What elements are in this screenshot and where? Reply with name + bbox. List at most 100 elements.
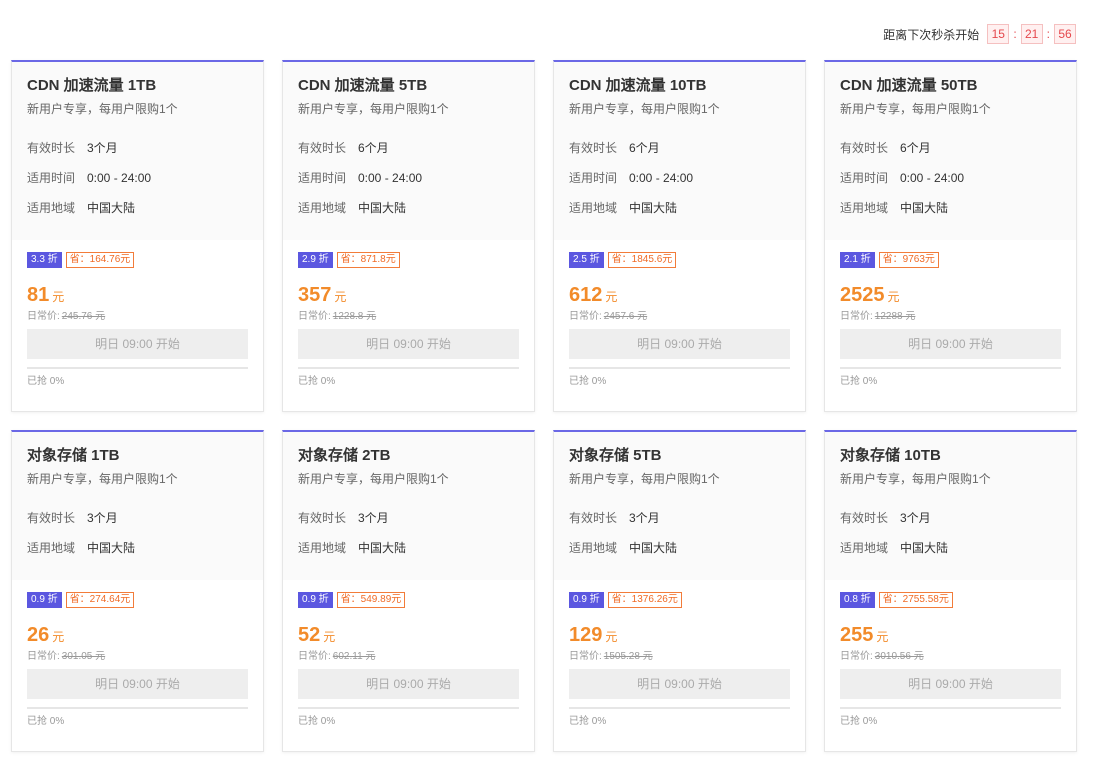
attribute-name: 适用地域: [569, 201, 618, 215]
attribute-name: 适用时间: [840, 171, 889, 185]
attribute-name: 有效时长: [840, 141, 889, 155]
card-subtitle: 新用户专享，每用户限购1个: [27, 472, 178, 486]
attribute-row: 有效时长 6个月: [569, 140, 790, 156]
start-time-button[interactable]: 明日 09:00 开始: [298, 329, 519, 359]
discount-badge: 2.9 折: [298, 252, 333, 268]
attribute-row: 有效时长 3个月: [840, 510, 1061, 526]
badge-row: 2.5 折省：1845.6元: [569, 252, 790, 268]
attribute-name: 适用时间: [298, 171, 347, 185]
sold-percentage: 已抢 0%: [840, 716, 878, 727]
attribute-value: 0:00 - 24:00: [358, 171, 423, 185]
attribute-value: 6个月: [900, 141, 931, 155]
countdown-separator: :: [1013, 27, 1017, 41]
card-header: 对象存储 2TB 新用户专享，每用户限购1个 有效时长 3个月 适用地域 中国大陆: [283, 432, 534, 580]
attribute-value: 中国大陆: [87, 201, 136, 215]
card-header: CDN 加速流量 1TB 新用户专享，每用户限购1个 有效时长 3个月 适用时间 0:00…: [12, 62, 263, 240]
attribute-row: 适用地域 中国大陆: [298, 200, 519, 216]
attribute-value: 中国大陆: [629, 541, 678, 555]
attribute-row: 适用地域 中国大陆: [569, 200, 790, 216]
card-header: 对象存储 1TB 新用户专享，每用户限购1个 有效时长 3个月 适用地域 中国大陆: [12, 432, 263, 580]
product-card: 对象存储 10TB 新用户专享，每用户限购1个 有效时长 3个月 适用地域 中国大陆 0.8…: [824, 430, 1077, 752]
price-unit: 元: [52, 290, 65, 304]
savings-badge: 省：871.8元: [336, 252, 400, 268]
attribute-list: 有效时长 3个月 适用地域 中国大陆: [840, 510, 1061, 556]
attribute-list: 有效时长 6个月 适用时间 0:00 - 24:00 适用地域 中国大陆: [840, 140, 1061, 216]
sold-percentage: 已抢 0%: [569, 376, 607, 387]
price-value: 52: [298, 624, 321, 646]
card-title: CDN 加速流量 50TB: [840, 77, 978, 94]
savings-badge: 省：9763元: [878, 252, 939, 268]
card-title: 对象存储 2TB: [298, 447, 391, 464]
price-unit: 元: [605, 630, 618, 644]
attribute-row: 有效时长 6个月: [298, 140, 519, 156]
price-value: 26: [27, 624, 50, 646]
start-time-button[interactable]: 明日 09:00 开始: [298, 669, 519, 699]
attribute-value: 3个月: [87, 511, 118, 525]
card-title: 对象存储 10TB: [840, 447, 941, 464]
attribute-name: 适用地域: [27, 541, 76, 555]
countdown-hours: 15: [987, 24, 1010, 44]
start-time-button[interactable]: 明日 09:00 开始: [569, 669, 790, 699]
card-header: CDN 加速流量 50TB 新用户专享，每用户限购1个 有效时长 6个月 适用时间 0:0…: [825, 62, 1076, 240]
start-time-button[interactable]: 明日 09:00 开始: [27, 329, 248, 359]
savings-badge: 省：2755.58元: [878, 592, 953, 608]
attribute-name: 有效时长: [298, 141, 347, 155]
sale-price: 52 元: [298, 622, 519, 648]
card-subtitle: 新用户专享，每用户限购1个: [569, 472, 720, 486]
price-value: 357: [298, 284, 332, 306]
card-title: 对象存储 1TB: [27, 447, 120, 464]
attribute-name: 适用地域: [840, 201, 889, 215]
card-pricing: 0.9 折省：274.64元 26 元日常价: 301.05 元明日 09:00 开始…: [12, 580, 263, 729]
price-unit: 元: [605, 290, 618, 304]
attribute-list: 有效时长 3个月 适用时间 0:00 - 24:00 适用地域 中国大陆: [27, 140, 248, 216]
card-title: CDN 加速流量 1TB: [27, 77, 157, 94]
attribute-value: 中国大陆: [358, 541, 407, 555]
sold-progress-bar: [27, 367, 248, 369]
original-price-value: 3010.56 元: [874, 651, 924, 662]
original-price-value: 12288 元: [874, 311, 916, 322]
price-value: 129: [569, 624, 603, 646]
attribute-value: 6个月: [358, 141, 389, 155]
discount-badge: 0.9 折: [298, 592, 333, 608]
attribute-value: 0:00 - 24:00: [900, 171, 965, 185]
attribute-list: 有效时长 3个月 适用地域 中国大陆: [569, 510, 790, 556]
badge-row: 0.9 折省：549.89元: [298, 592, 519, 608]
sold-progress-bar: [840, 367, 1061, 369]
start-time-button[interactable]: 明日 09:00 开始: [569, 329, 790, 359]
sold-percentage: 已抢 0%: [840, 376, 878, 387]
original-price-value: 245.76 元: [61, 311, 106, 322]
flash-sale-countdown: 距离下次秒杀开始 15 : 21 : 56: [883, 24, 1076, 44]
start-time-button[interactable]: 明日 09:00 开始: [27, 669, 248, 699]
card-header: CDN 加速流量 5TB 新用户专享，每用户限购1个 有效时长 6个月 适用时间 0:00…: [283, 62, 534, 240]
start-time-button[interactable]: 明日 09:00 开始: [840, 329, 1061, 359]
original-price-label: 日常价:: [298, 311, 331, 322]
price-unit: 元: [887, 290, 900, 304]
sold-percentage: 已抢 0%: [569, 716, 607, 727]
attribute-value: 0:00 - 24:00: [87, 171, 152, 185]
attribute-row: 有效时长 3个月: [569, 510, 790, 526]
sale-price: 612 元: [569, 282, 790, 308]
sale-price: 2525 元: [840, 282, 1061, 308]
countdown-seconds: 56: [1054, 24, 1076, 44]
card-pricing: 3.3 折省：164.76元 81 元日常价: 245.76 元明日 09:00 开始…: [12, 240, 263, 389]
attribute-row: 适用地域 中国大陆: [840, 540, 1061, 556]
card-pricing: 2.9 折省：871.8元 357 元日常价: 1228.8 元明日 09:00 开始…: [283, 240, 534, 389]
attribute-list: 有效时长 3个月 适用地域 中国大陆: [27, 510, 248, 556]
original-price-value: 1505.28 元: [603, 651, 653, 662]
badge-row: 2.1 折省：9763元: [840, 252, 1061, 268]
attribute-row: 有效时长 3个月: [298, 510, 519, 526]
card-pricing: 0.9 折省：549.89元 52 元日常价: 602.11 元明日 09:00 开始…: [283, 580, 534, 729]
attribute-value: 0:00 - 24:00: [629, 171, 694, 185]
card-subtitle: 新用户专享，每用户限购1个: [298, 472, 449, 486]
original-price: 日常价: 2457.6 元: [569, 310, 790, 324]
original-price: 日常价: 1505.28 元: [569, 650, 790, 664]
original-price: 日常价: 12288 元: [840, 310, 1061, 324]
start-time-button[interactable]: 明日 09:00 开始: [840, 669, 1061, 699]
original-price: 日常价: 602.11 元: [298, 650, 519, 664]
attribute-row: 有效时长 3个月: [27, 510, 248, 526]
original-price-label: 日常价:: [840, 311, 873, 322]
countdown-label: 距离下次秒杀开始: [883, 27, 980, 42]
price-unit: 元: [52, 630, 65, 644]
sold-percentage: 已抢 0%: [298, 376, 336, 387]
badge-row: 2.9 折省：871.8元: [298, 252, 519, 268]
